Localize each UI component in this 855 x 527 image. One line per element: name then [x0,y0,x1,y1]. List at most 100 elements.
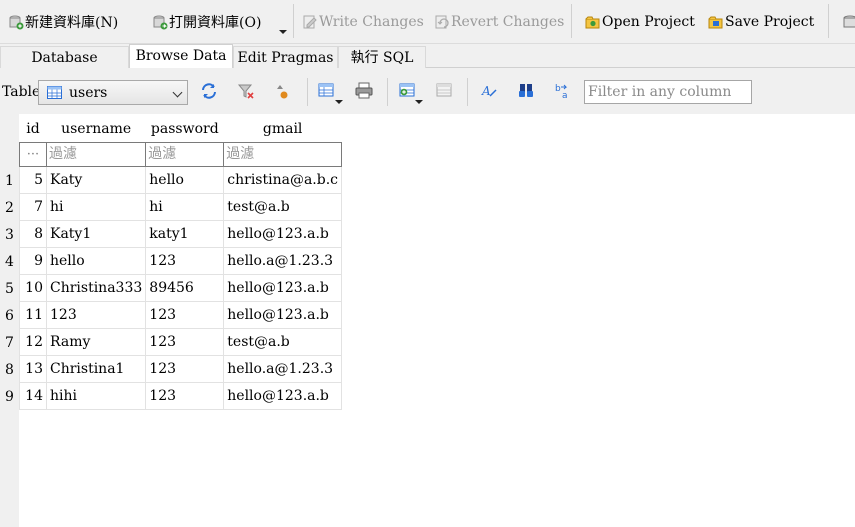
row-number[interactable]: 2 [0,195,19,222]
cell-password[interactable]: 123 [145,246,225,275]
table-row[interactable]: 9 hello 123 hello.a@1.23.3 [19,246,343,275]
cell-id[interactable]: 7 [19,192,47,221]
svg-text:a: a [562,91,568,100]
column-header-gmail[interactable]: gmail [223,116,342,142]
open-project-icon [585,14,601,30]
cell-gmail[interactable]: test@a.b [223,192,343,221]
cell-id[interactable]: 5 [19,165,47,194]
tab-edit-pragmas[interactable]: Edit Pragmas [233,46,338,68]
filter-row: ··· [19,141,343,167]
find-in-table-icon[interactable] [517,82,535,100]
filter-id-dots[interactable]: ··· [19,141,47,167]
data-table: id username password gmail ··· 5Katyhell… [19,116,343,410]
open-project-button[interactable]: Open Project [585,8,695,36]
browse-toolbar: Table: users A ba [0,68,855,114]
cell-password[interactable]: 123 [145,327,225,356]
cell-username[interactable]: hi [45,192,147,221]
cell-id[interactable]: 10 [19,273,47,302]
row-number[interactable]: 5 [0,276,19,303]
row-number[interactable]: 4 [0,249,19,276]
row-number[interactable]: 8 [0,357,19,384]
delete-record-icon[interactable] [436,82,454,100]
cell-gmail[interactable]: test@a.b [223,327,343,356]
cell-username[interactable]: Christina333 [45,273,147,302]
svg-text:b: b [555,84,561,94]
tab-database-structure[interactable]: Database Structure [0,46,129,88]
new-database-icon [8,14,24,30]
tab-execute-sql[interactable]: 執行 SQL [338,46,426,68]
refresh-icon[interactable] [200,82,218,100]
toolbar-separator [307,78,308,106]
cell-username[interactable]: Katy1 [45,219,147,248]
cell-id[interactable]: 8 [19,219,47,248]
table-row[interactable]: 5 Katy hello christina@a.b.c [19,165,343,194]
cell-id[interactable]: 13 [19,354,47,383]
cell-password[interactable]: hello [145,165,225,194]
cell-password[interactable]: 89456 [145,273,225,302]
cell-id[interactable]: 14 [19,381,47,410]
row-number[interactable]: 3 [0,222,19,249]
table-row[interactable]: 8 Katy1 katy1 hello@123.a.b [19,219,343,248]
save-project-button[interactable]: Save Project [708,8,814,36]
open-database-icon [152,14,168,30]
revert-changes-icon [434,14,450,30]
cell-gmail[interactable]: hello@123.a.b [223,219,343,248]
row-number[interactable]: 1 [0,168,19,195]
save-results-dropdown-arrow[interactable] [335,100,343,104]
cell-gmail[interactable]: hello@123.a.b [223,300,343,329]
table-select[interactable]: users [38,80,188,105]
filter-username-input[interactable] [47,143,145,165]
cell-password[interactable]: katy1 [145,219,225,248]
cell-id[interactable]: 12 [19,327,47,356]
tab-browse-data[interactable]: Browse Data [129,44,233,69]
insert-record-icon[interactable] [399,82,417,100]
column-header-username[interactable]: username [46,116,146,142]
cell-id[interactable]: 11 [19,300,47,329]
clear-filters-icon[interactable] [237,82,255,100]
cell-id[interactable]: 9 [19,246,47,275]
table-row[interactable]: 13 Christina1 123 hello.a@1.23.3 [19,354,343,383]
table-row[interactable]: 11 123 123 hello@123.a.b [19,300,343,329]
cell-username[interactable]: hihi [45,381,147,410]
table-row[interactable]: 14 hihi 123 hello@123.a.b [19,381,343,410]
row-number[interactable]: 7 [0,330,19,357]
cell-username[interactable]: Katy [45,165,147,194]
text-format-icon[interactable]: A [480,82,498,100]
cell-username[interactable]: hello [45,246,147,275]
row-number[interactable]: 9 [0,384,19,411]
new-database-button[interactable]: 新建資料庫(N) [8,8,118,36]
cell-gmail[interactable]: hello.a@1.23.3 [223,354,343,383]
row-number-column: 123456789 [0,114,19,527]
table-row[interactable]: 10 Christina333 89456 hello@123.a.b [19,273,343,302]
table-row[interactable]: 12 Ramy 123 test@a.b [19,327,343,356]
cell-password[interactable]: 123 [145,300,225,329]
column-header-id[interactable]: id [19,116,47,142]
open-database-button[interactable]: 打開資料庫(O) [152,8,261,36]
write-changes-button[interactable]: Write Changes [302,8,424,36]
open-database-dropdown-arrow[interactable] [279,30,287,34]
row-number[interactable]: 6 [0,303,19,330]
cell-username[interactable]: Ramy [45,327,147,356]
column-header-password[interactable]: password [145,116,224,142]
cell-password[interactable]: hi [145,192,225,221]
cell-password[interactable]: 123 [145,354,225,383]
find-replace-icon[interactable]: ba [554,82,572,101]
save-results-view-icon[interactable] [318,82,336,100]
cell-username[interactable]: Christina1 [45,354,147,383]
clear-sorting-icon[interactable] [275,82,293,100]
cell-username[interactable]: 123 [45,300,147,329]
revert-changes-button[interactable]: Revert Changes [434,8,564,36]
cell-gmail[interactable]: hello@123.a.b [223,381,343,410]
cell-gmail[interactable]: christina@a.b.c [223,165,343,194]
filter-gmail-input[interactable] [224,143,341,165]
filter-password-input[interactable] [146,143,223,165]
svg-text:A: A [481,84,491,98]
table-row[interactable]: 7 hi hi test@a.b [19,192,343,221]
cell-gmail[interactable]: hello.a@1.23.3 [223,246,343,275]
global-filter-input[interactable] [584,80,752,104]
cell-password[interactable]: 123 [145,381,225,410]
cell-gmail[interactable]: hello@123.a.b [223,273,343,302]
print-icon[interactable] [355,82,373,100]
insert-record-dropdown-arrow[interactable] [415,100,423,104]
toolbar-overflow-button[interactable] [842,8,855,36]
